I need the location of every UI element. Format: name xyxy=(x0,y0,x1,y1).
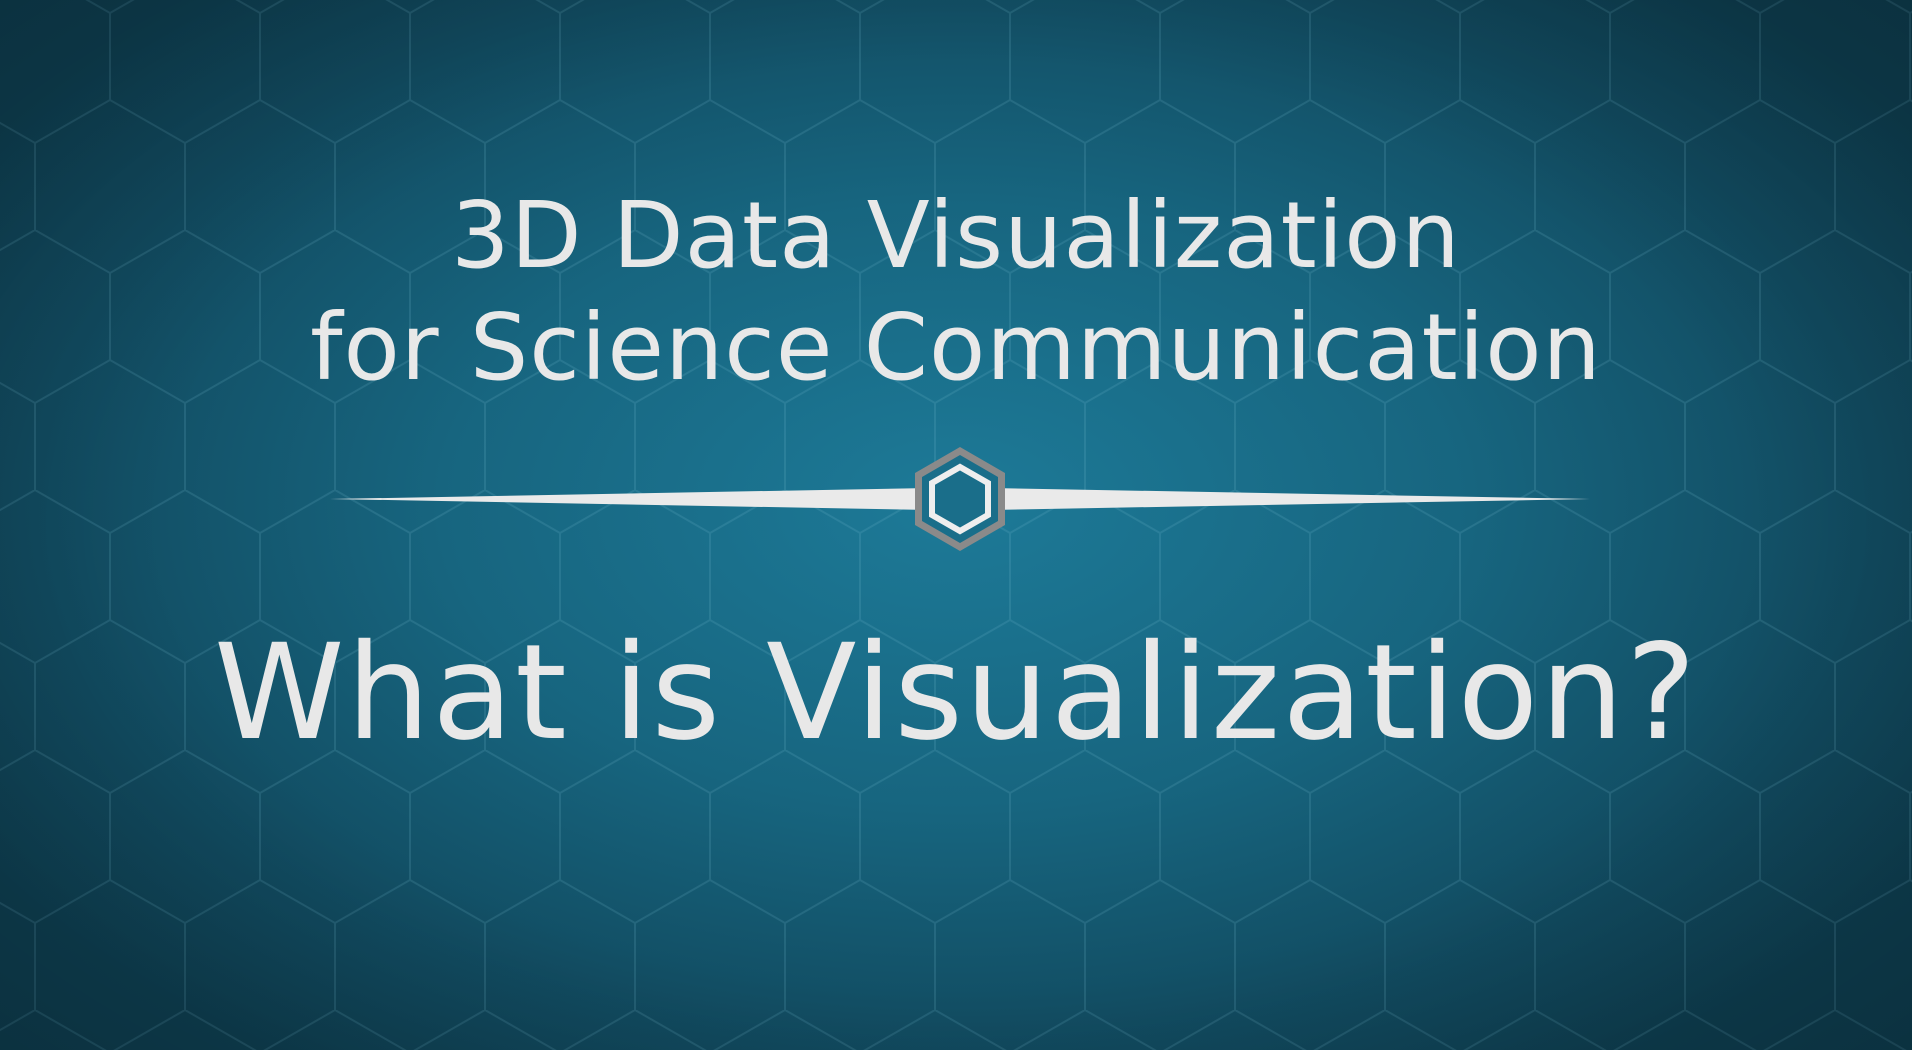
divider-line-right xyxy=(930,488,1590,510)
title-divider xyxy=(330,447,1590,551)
lesson-title: What is Visualization? xyxy=(213,616,1698,770)
hexagon-icon xyxy=(915,447,1005,551)
course-title-line-2: for Science Communication xyxy=(310,294,1602,401)
course-title-line-1: 3D Data Visualization xyxy=(451,182,1461,289)
title-slide: 3D Data Visualization for Science Commun… xyxy=(0,0,1912,1050)
divider-line xyxy=(330,488,990,510)
